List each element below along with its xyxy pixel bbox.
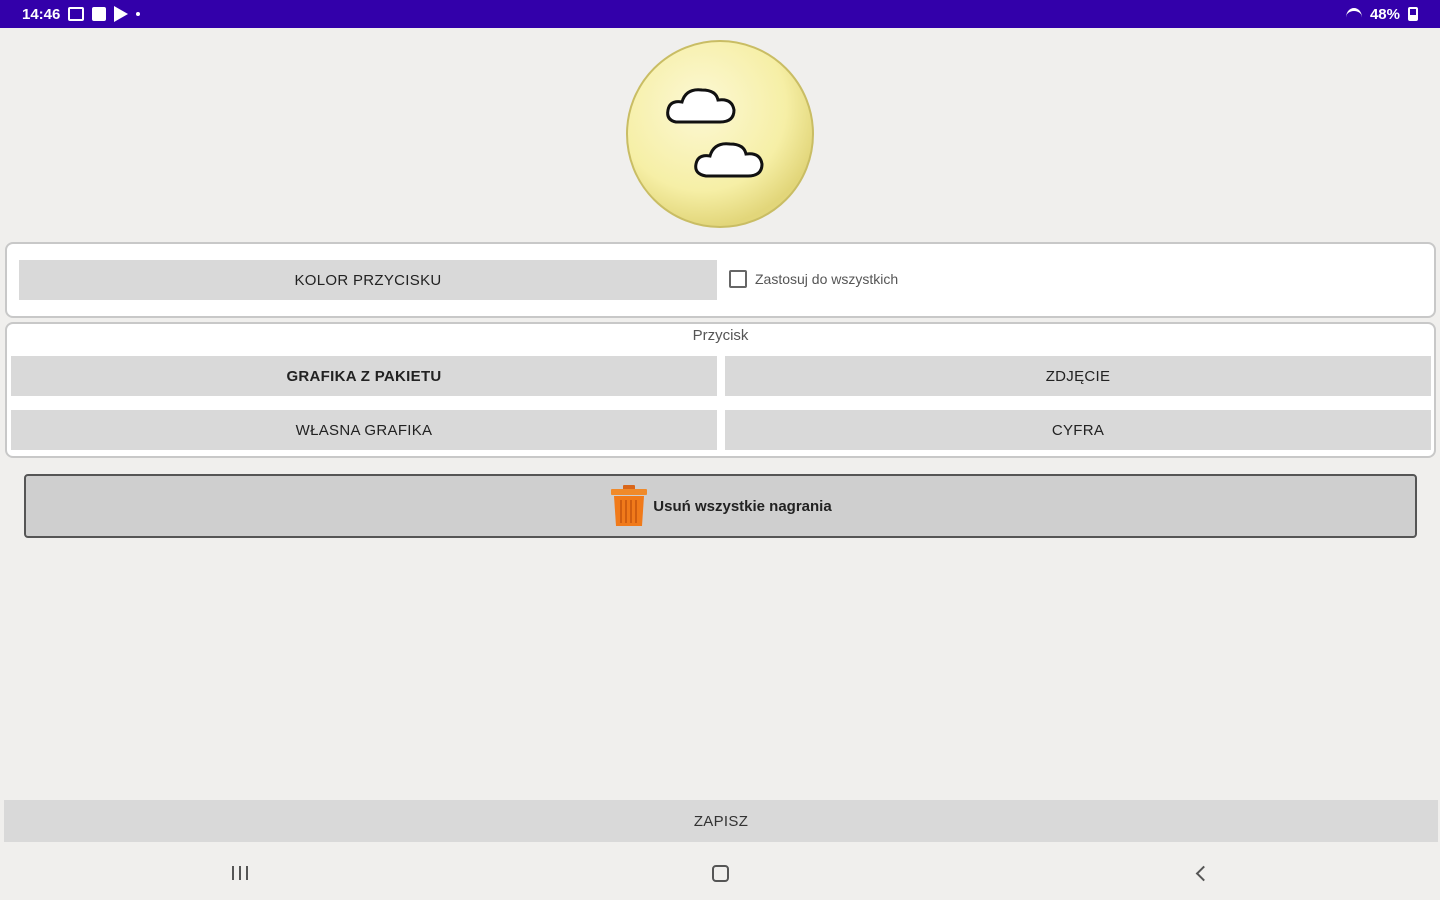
battery-percentage: 48% <box>1369 5 1400 23</box>
back-icon <box>1195 865 1211 881</box>
save-button[interactable]: ZAPISZ <box>4 800 1438 842</box>
calendar-notification-icon <box>92 7 107 21</box>
gallery-notification-icon <box>68 7 85 21</box>
panel-title: Przycisk <box>692 327 749 344</box>
home-icon <box>711 864 729 882</box>
wifi-icon <box>1345 8 1362 20</box>
recent-apps-button[interactable] <box>220 853 260 893</box>
button-preview-image[interactable] <box>624 38 816 230</box>
delete-all-recordings-button[interactable]: Usuń wszystkie nagrania <box>24 474 1417 538</box>
graphic-from-package-button[interactable]: GRAFIKA Z PAKIETU <box>11 356 717 396</box>
home-button[interactable] <box>700 853 740 893</box>
status-time: 14:46 <box>22 5 61 23</box>
trash-icon <box>611 485 648 526</box>
more-notifications-dot-icon <box>136 12 141 16</box>
button-graphic-panel: Przycisk GRAFIKA Z PAKIETU ZDJĘCIE WŁASN… <box>5 322 1436 458</box>
button-color-panel: KOLOR PRZYCISKU Zastosuj do wszystkich <box>5 242 1436 318</box>
recent-apps-icon <box>232 866 248 880</box>
apply-to-all-option[interactable]: Zastosuj do wszystkich <box>729 270 898 288</box>
system-navigation-bar <box>0 846 1440 900</box>
play-store-notification-icon <box>114 6 129 22</box>
photo-button[interactable]: ZDJĘCIE <box>725 356 1431 396</box>
delete-all-recordings-label: Usuń wszystkie nagrania <box>653 497 832 515</box>
battery-icon <box>1408 7 1418 21</box>
status-right: 48% <box>1345 5 1418 23</box>
apply-to-all-label: Zastosuj do wszystkich <box>755 271 899 287</box>
status-bar: 14:46 48% <box>0 0 1440 28</box>
button-color-button[interactable]: KOLOR PRZYCISKU <box>19 260 717 300</box>
own-graphic-button[interactable]: WŁASNA GRAFIKA <box>11 410 717 450</box>
status-left: 14:46 <box>22 5 141 23</box>
back-button[interactable] <box>1180 853 1220 893</box>
digit-button[interactable]: CYFRA <box>725 410 1431 450</box>
apply-to-all-checkbox[interactable] <box>729 270 747 288</box>
